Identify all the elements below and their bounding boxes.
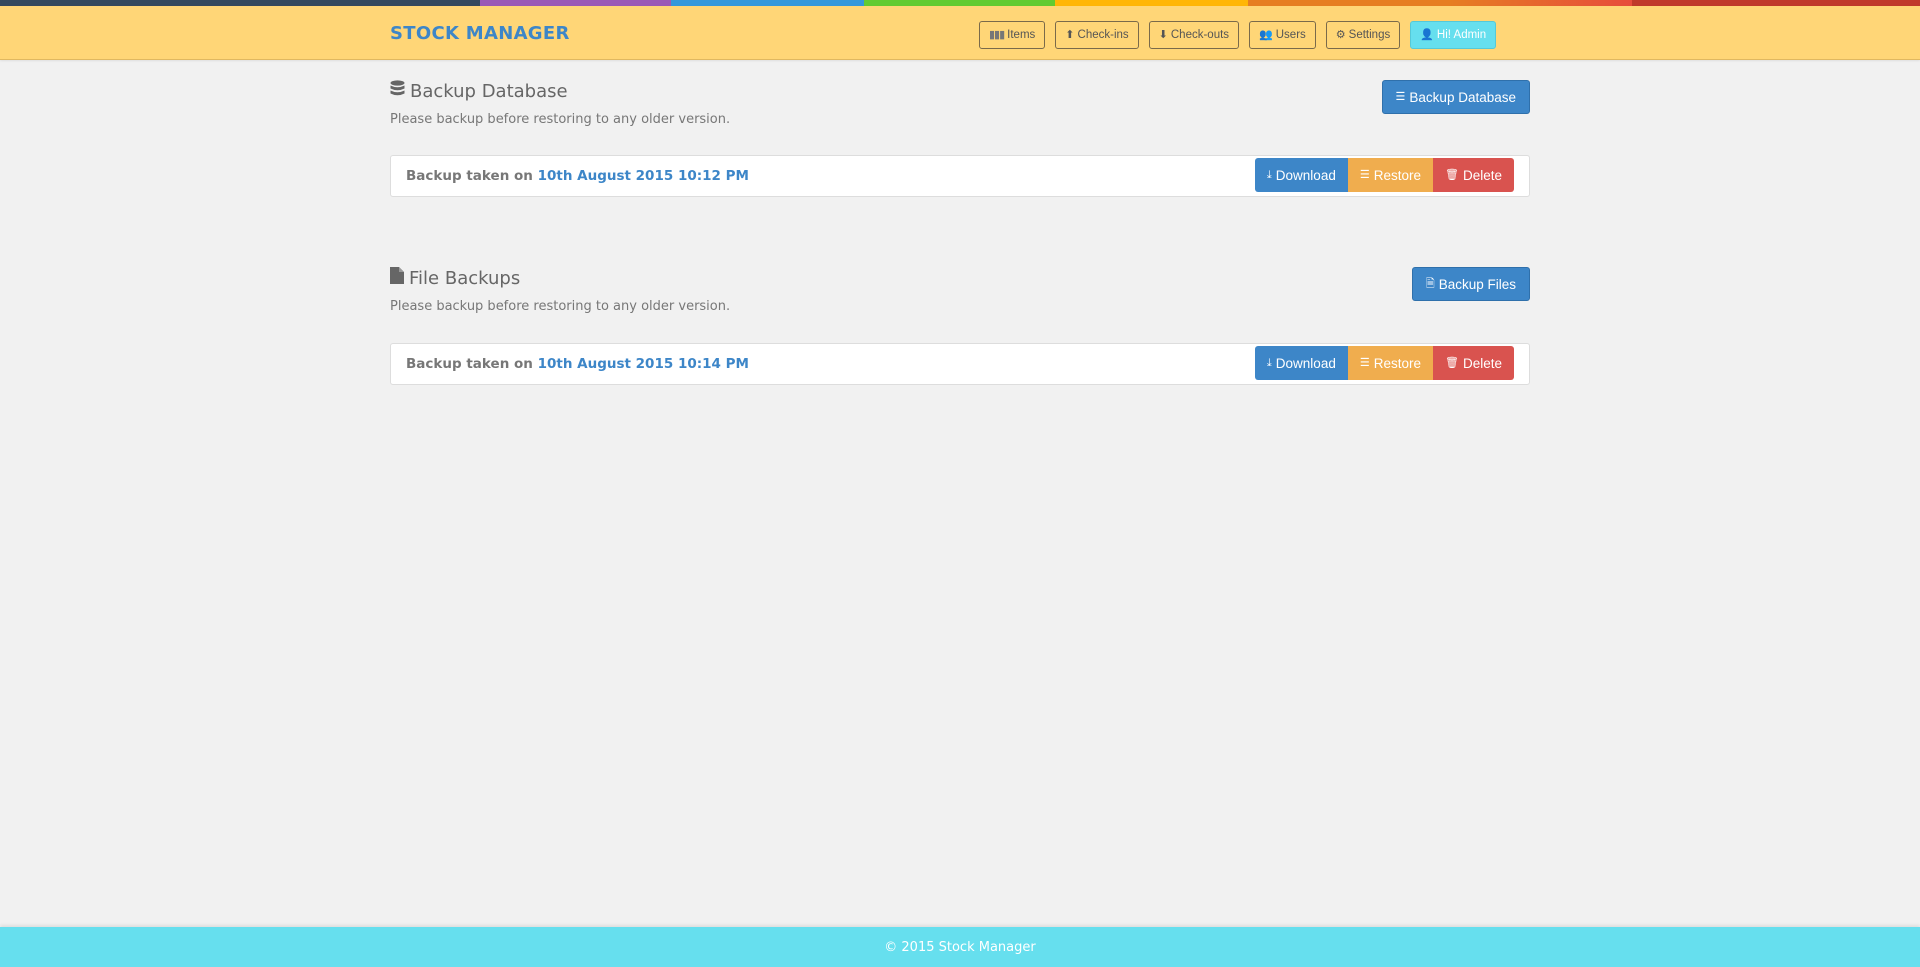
nav-items-button[interactable]: ▮▮▮ Items xyxy=(979,21,1046,49)
barcode-icon: ▮▮▮ xyxy=(989,28,1005,41)
section-title: Backup Database xyxy=(390,80,1530,102)
trash-icon: 🗑 xyxy=(1445,356,1459,369)
arrow-circle-up-icon: ⬆ xyxy=(1065,28,1075,41)
nav-label: Settings xyxy=(1348,29,1391,41)
database-icon: ☰ xyxy=(1359,168,1370,181)
users-icon: 👥 xyxy=(1259,28,1273,41)
backup-date: 10th August 2015 10:14 PM xyxy=(537,356,749,372)
backup-files-button[interactable]: 🗎 Backup Files xyxy=(1411,267,1530,301)
button-label: Delete xyxy=(1462,167,1502,183)
backup-info: Backup taken on 10th August 2015 10:12 P… xyxy=(406,168,749,184)
download-button[interactable]: ⤓ Download xyxy=(1254,346,1348,380)
backup-info: Backup taken on 10th August 2015 10:14 P… xyxy=(406,356,749,372)
top-navbar: STOCK MANAGER ▮▮▮ Items ⬆ Check-ins ⬇ Ch… xyxy=(0,6,1920,60)
button-label: Delete xyxy=(1462,355,1502,371)
section-title-text: Backup Database xyxy=(410,80,568,102)
trash-icon: 🗑 xyxy=(1445,168,1459,181)
restore-button[interactable]: ☰ Restore xyxy=(1347,346,1433,380)
nav-settings-button[interactable]: ⚙ Settings xyxy=(1325,21,1401,49)
download-button[interactable]: ⤓ Download xyxy=(1254,158,1348,192)
nav-checkins-button[interactable]: ⬆ Check-ins xyxy=(1055,21,1139,49)
database-backup-section: Backup Database Please backup before res… xyxy=(390,80,1530,200)
backup-date: 10th August 2015 10:12 PM xyxy=(537,168,749,184)
download-icon: ⤓ xyxy=(1266,168,1272,181)
file-archive-icon: 🗎 xyxy=(1425,277,1435,290)
nav-label: Users xyxy=(1275,29,1306,41)
delete-button[interactable]: 🗑 Delete xyxy=(1433,346,1514,380)
user-icon: 👤 xyxy=(1420,28,1434,41)
backup-prefix: Backup taken on xyxy=(406,356,533,372)
database-icon: ☰ xyxy=(1359,356,1370,369)
arrow-circle-down-icon: ⬇ xyxy=(1158,28,1168,41)
backup-prefix: Backup taken on xyxy=(406,168,533,184)
footer-copyright: © 2015 Stock Manager xyxy=(884,939,1036,955)
backup-database-button[interactable]: ☰ Backup Database xyxy=(1381,80,1530,114)
cogs-icon: ⚙ xyxy=(1335,28,1346,41)
delete-button[interactable]: 🗑 Delete xyxy=(1433,158,1514,192)
button-label: Download xyxy=(1275,355,1336,371)
main-nav: ▮▮▮ Items ⬆ Check-ins ⬇ Check-outs 👥 Use… xyxy=(979,21,1497,49)
restore-button[interactable]: ☰ Restore xyxy=(1347,158,1433,192)
section-subtitle: Please backup before restoring to any ol… xyxy=(390,299,731,314)
nav-checkouts-button[interactable]: ⬇ Check-outs xyxy=(1148,21,1240,49)
backup-row: Backup taken on 10th August 2015 10:14 P… xyxy=(390,343,1530,385)
nav-label: Check-outs xyxy=(1170,29,1230,41)
section-title-text: File Backups xyxy=(409,267,521,289)
user-menu-button[interactable]: 👤 Hi! Admin xyxy=(1410,21,1497,49)
section-title: File Backups xyxy=(390,267,1530,289)
file-backup-section: File Backups Please backup before restor… xyxy=(390,267,1530,387)
backup-row: Backup taken on 10th August 2015 10:12 P… xyxy=(390,155,1530,197)
button-label: Backup Files xyxy=(1438,276,1516,292)
button-label: Download xyxy=(1275,167,1336,183)
button-label: Restore xyxy=(1373,355,1421,371)
nav-label: Hi! Admin xyxy=(1436,29,1487,41)
brand-logo[interactable]: STOCK MANAGER xyxy=(390,23,570,44)
button-label: Backup Database xyxy=(1409,89,1516,105)
backup-actions: ⤓ Download ☰ Restore 🗑 Delete xyxy=(1254,158,1514,192)
backup-actions: ⤓ Download ☰ Restore 🗑 Delete xyxy=(1254,346,1514,380)
nav-label: Items xyxy=(1007,29,1036,41)
nav-users-button[interactable]: 👥 Users xyxy=(1249,21,1316,49)
nav-label: Check-ins xyxy=(1077,29,1129,41)
database-icon xyxy=(390,80,405,102)
button-label: Restore xyxy=(1373,167,1421,183)
footer: © 2015 Stock Manager xyxy=(0,927,1920,967)
database-icon: ☰ xyxy=(1395,90,1406,103)
download-icon: ⤓ xyxy=(1266,356,1272,369)
file-icon xyxy=(390,267,404,289)
section-subtitle: Please backup before restoring to any ol… xyxy=(390,112,731,127)
